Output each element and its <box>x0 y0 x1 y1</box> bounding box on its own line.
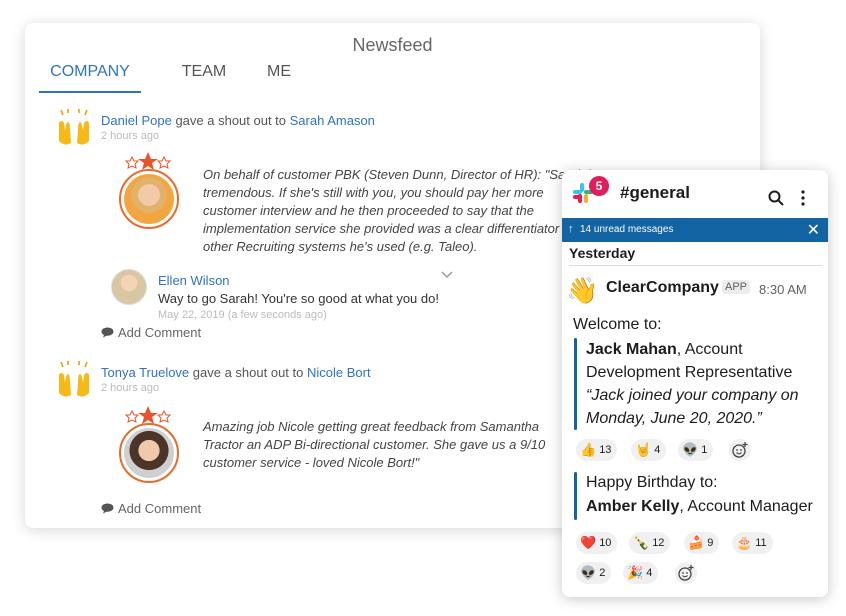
post-giver-link[interactable]: Daniel Pope <box>101 113 172 128</box>
reaction-rock-on[interactable]: 🤘 4 <box>631 439 667 461</box>
reaction-alien[interactable]: 👽 1 <box>678 439 714 461</box>
channel-name[interactable]: #general <box>620 183 690 203</box>
tab-company[interactable]: COMPANY <box>39 61 141 93</box>
comment-date: May 22, 2019 (a few seconds ago) <box>158 309 327 321</box>
birthday-line: Amber Kelly, Account Manager <box>586 498 813 515</box>
slack-panel: 5 #general ↑ 14 unread messages ✕ Yester… <box>562 170 828 597</box>
welcome-line-1: Jack Mahan, Account <box>586 341 743 358</box>
unread-banner[interactable]: ↑ 14 unread messages ✕ <box>562 218 828 242</box>
arrow-up-icon: ↑ <box>568 223 574 235</box>
post-action: gave a shout out to <box>189 365 307 380</box>
post-receiver-link[interactable]: Sarah Amason <box>290 113 375 128</box>
avatar-photo <box>124 428 174 478</box>
reaction-champagne[interactable]: 🍾 12 <box>629 532 671 554</box>
post-time: 2 hours ago <box>101 130 160 142</box>
welcome-line-3: “Jack joined your company on <box>586 387 799 404</box>
shout-out-quote: On behalf of customer PBK (Steven Dunn, … <box>203 167 598 254</box>
reaction-alien[interactable]: 👽 2 <box>576 562 612 584</box>
tab-me[interactable]: ME <box>264 61 294 91</box>
welcome-line-4: Monday, June 20, 2020.” <box>586 410 762 427</box>
stars-icon <box>124 406 172 424</box>
post-action: gave a shout out to <box>171 113 290 128</box>
shout-out-quote: Amazing job Nicole getting great feedbac… <box>203 419 546 470</box>
raised-hands-icon <box>59 361 89 397</box>
add-reaction-icon[interactable] <box>675 562 697 584</box>
reaction-party[interactable]: 🎉 4 <box>623 562 659 584</box>
birthday-heading: Happy Birthday to: <box>586 474 718 491</box>
wave-icon: 👋 <box>566 275 599 305</box>
search-icon[interactable] <box>768 190 784 206</box>
post-header: Tonya Truelove gave a shout out to Nicol… <box>101 365 371 380</box>
post-giver-link[interactable]: Tonya Truelove <box>101 365 189 380</box>
day-divider: Yesterday <box>569 245 636 261</box>
more-options-icon[interactable] <box>800 190 806 206</box>
divider <box>569 265 822 266</box>
comment-text: Way to go Sarah! You're so good at what … <box>158 291 439 306</box>
quote-bar <box>574 338 577 430</box>
add-reaction-icon[interactable] <box>729 439 751 461</box>
welcome-line-2: Development Representative <box>586 364 793 381</box>
commenter-avatar <box>111 269 147 305</box>
recipient-avatar <box>113 151 183 231</box>
unread-text: 14 unread messages <box>580 224 674 235</box>
app-tag: APP <box>722 280 751 294</box>
reaction-cake-slice[interactable]: 🍰 9 <box>684 532 720 554</box>
reaction-birthday-cake[interactable]: 🎂 11 <box>732 532 773 554</box>
quote-bar <box>574 472 577 520</box>
avatar-photo <box>124 174 174 224</box>
commenter-name[interactable]: Ellen Wilson <box>158 273 230 288</box>
add-comment-button[interactable]: Add Comment <box>101 325 201 340</box>
reaction-heart[interactable]: ❤️ 10 <box>576 532 618 554</box>
post-receiver-link[interactable]: Nicole Bort <box>307 365 371 380</box>
welcome-heading: Welcome to: <box>573 316 662 333</box>
raised-hands-icon <box>59 109 89 145</box>
message-sender[interactable]: ClearCompany <box>606 279 719 297</box>
comment-bubble-icon <box>101 503 114 514</box>
comment-bubble-icon <box>101 327 114 338</box>
add-comment-button[interactable]: Add Comment <box>101 501 201 516</box>
tab-team[interactable]: TEAM <box>179 61 229 91</box>
notification-badge: 5 <box>589 176 609 196</box>
reaction-thumbs-up[interactable]: 👍 13 <box>576 439 618 461</box>
message-time[interactable]: 8:30 AM <box>759 282 807 297</box>
post-time: 2 hours ago <box>101 382 160 394</box>
stars-icon <box>124 152 172 170</box>
newsfeed-title: Newsfeed <box>352 35 433 55</box>
post-header: Daniel Pope gave a shout out to Sarah Am… <box>101 113 375 128</box>
chevron-down-icon[interactable] <box>441 271 453 279</box>
recipient-avatar <box>113 405 183 485</box>
close-icon[interactable]: ✕ <box>807 220 820 240</box>
